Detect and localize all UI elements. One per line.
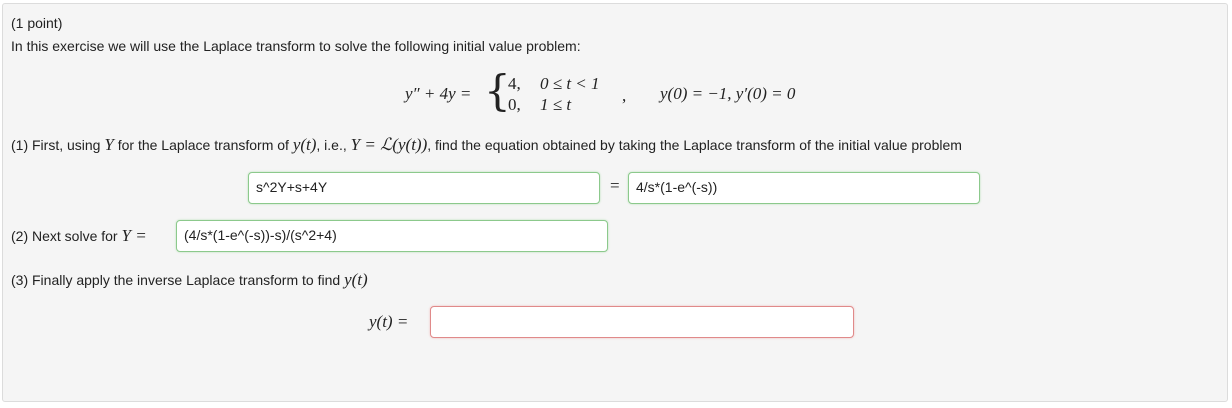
part1-question: (1) First, using Y for the Laplace trans… xyxy=(11,135,962,155)
part1-text-a: (1) First, using xyxy=(11,137,101,153)
piecewise-brace: { xyxy=(484,66,511,115)
part1-Y: Y xyxy=(104,135,114,154)
points-label: (1 point) xyxy=(11,15,63,31)
part2-text: (2) Next solve for xyxy=(11,228,118,244)
part1-right-input[interactable]: 4/s*(1-e^(-s)) xyxy=(628,172,980,204)
part1-text-c: , i.e., xyxy=(316,137,347,153)
case1-condition: 0 ≤ t < 1 xyxy=(540,74,600,93)
part1-text-b: for the Laplace transform of xyxy=(117,137,289,153)
part3-question: (3) Finally apply the inverse Laplace tr… xyxy=(11,270,368,290)
part2-question: (2) Next solve for Y = xyxy=(11,226,147,246)
part2-input[interactable]: (4/s*(1-e^(-s))-s)/(s^2+4) xyxy=(176,220,608,252)
initial-conditions: y(0) = −1, y′(0) = 0 xyxy=(660,84,796,103)
part3-text: (3) Finally apply the inverse Laplace tr… xyxy=(11,272,341,288)
part1-left-input[interactable]: s^2Y+s+4Y xyxy=(248,172,600,204)
part3-label: y(t) = xyxy=(369,312,409,331)
part1-equals: = xyxy=(610,176,620,195)
part1-definition: Y = ℒ(y(t)) xyxy=(350,135,428,154)
part1-yt: y(t) xyxy=(292,135,317,154)
intro-text: In this exercise we will use the Laplace… xyxy=(11,38,581,54)
case2-condition: 1 ≤ t xyxy=(540,95,572,114)
equation-lhs: y″ + 4y = xyxy=(405,84,472,103)
case1-value: 4, xyxy=(508,74,521,93)
part1-text-d: , find the equation obtained by taking t… xyxy=(427,137,962,153)
part3-yt: y(t) xyxy=(344,270,368,289)
case2-value: 0, xyxy=(508,95,521,114)
problem-panel xyxy=(2,3,1228,402)
equation-comma: , xyxy=(622,86,627,105)
part3-input[interactable] xyxy=(430,306,854,338)
part2-Y-equals: Y = xyxy=(121,226,147,245)
